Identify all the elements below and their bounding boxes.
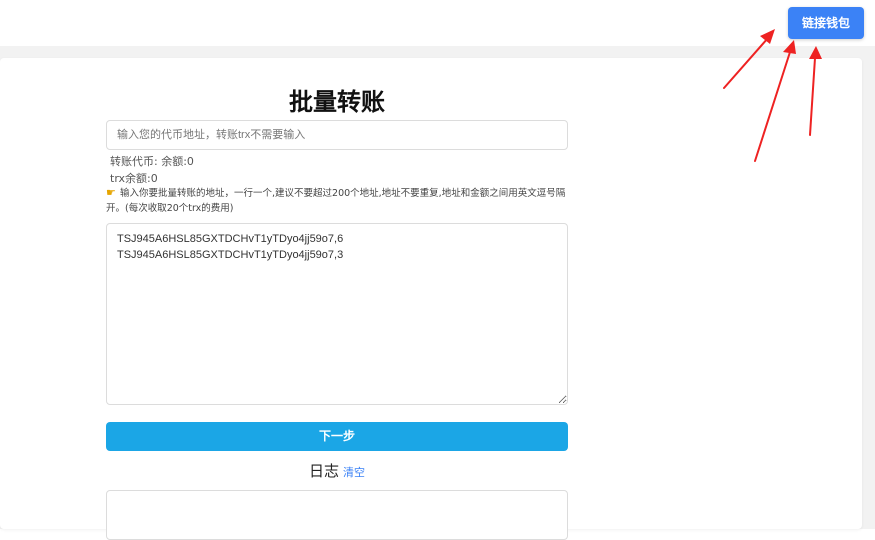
log-header: 日志 清空	[106, 460, 568, 481]
top-bar: 链接钱包	[0, 0, 875, 46]
trx-balance-text: trx余额:0	[110, 172, 158, 185]
connect-wallet-button[interactable]: 链接钱包	[788, 7, 864, 39]
log-clear-link[interactable]: 清空	[343, 466, 365, 479]
token-balance-text: 转账代币: 余额:0	[110, 155, 194, 168]
log-title: 日志	[308, 462, 339, 480]
page-title: 批量转账	[289, 88, 385, 116]
token-address-input[interactable]	[106, 120, 568, 150]
pointing-hand-icon: ☛	[106, 186, 116, 199]
batch-hint: ☛ 输入你要批量转账的地址，一行一个,建议不要超过200个地址,地址不要重复,地址…	[106, 185, 568, 216]
next-step-button[interactable]: 下一步	[106, 422, 568, 451]
addresses-textarea[interactable]	[106, 223, 568, 405]
hint-text: 输入你要批量转账的地址，一行一个,建议不要超过200个地址,地址不要重复,地址和…	[106, 188, 566, 214]
log-output-box	[106, 490, 568, 540]
